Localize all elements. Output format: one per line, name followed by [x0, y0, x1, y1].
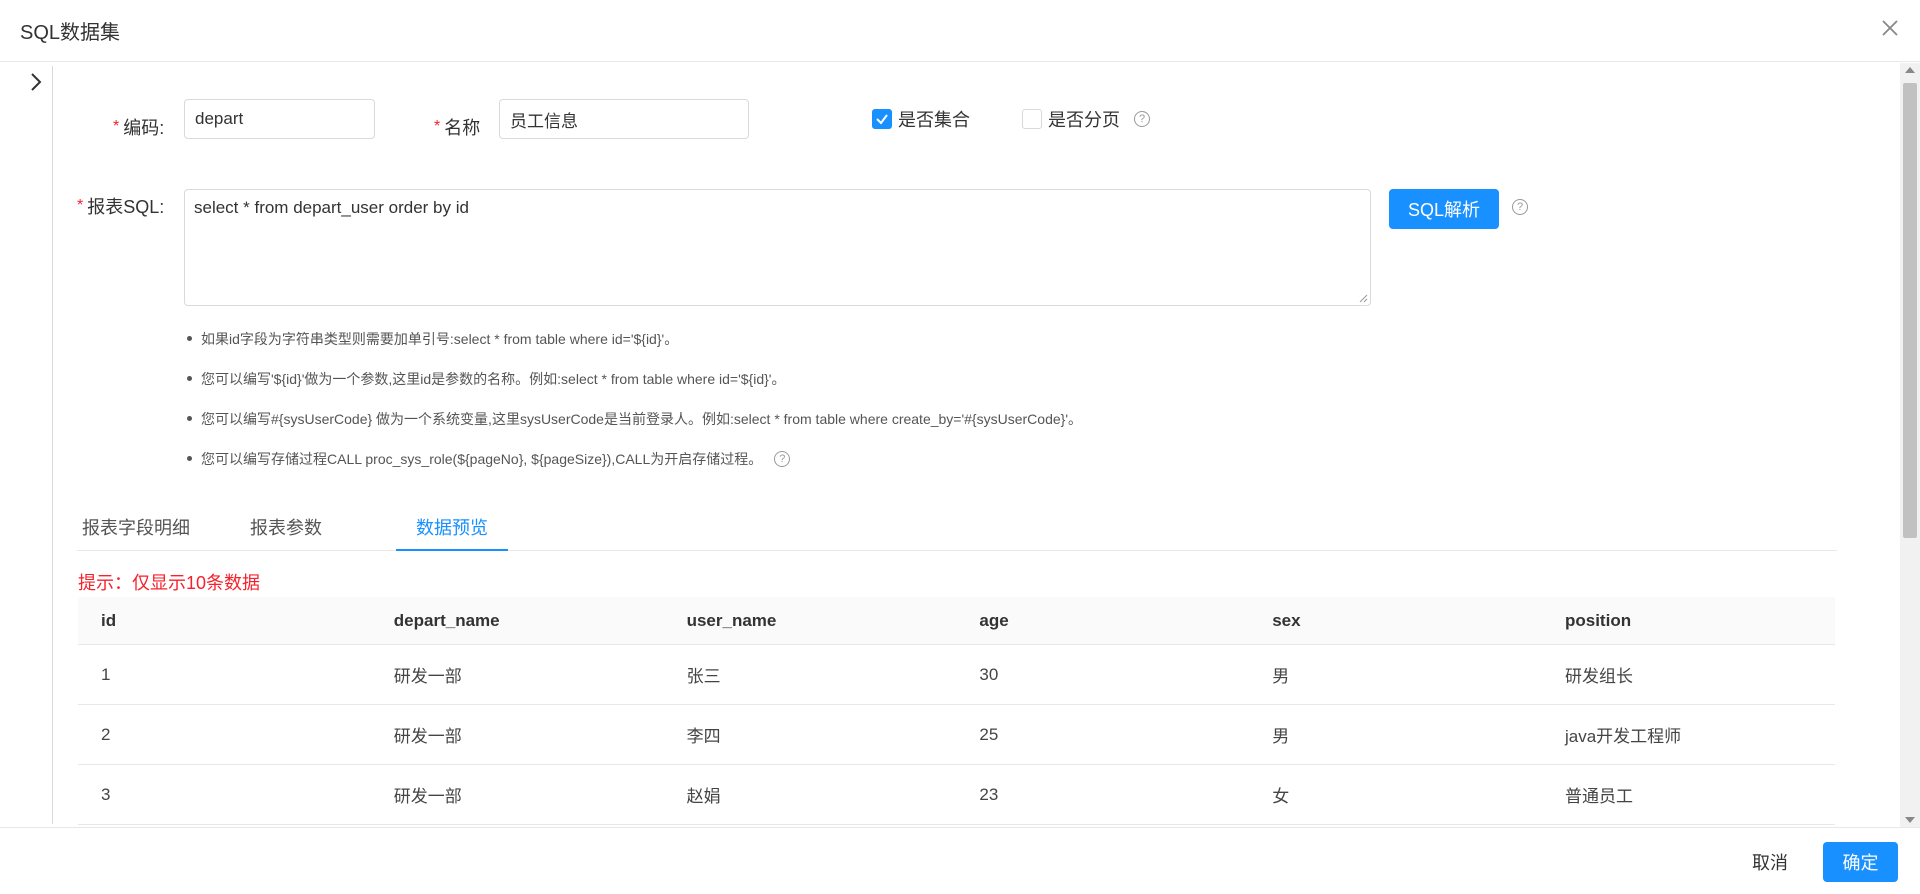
is-paging-label: 是否分页	[1048, 110, 1120, 130]
sql-tips-list: 如果id字段为字符串类型则需要加单引号:select * from table …	[184, 319, 1082, 479]
tab-field-details[interactable]: 报表字段明细	[77, 503, 195, 551]
table-row: 1 研发一部 张三 30 男 研发组长	[78, 645, 1835, 705]
table-cell: 李四	[686, 727, 721, 746]
chevron-right-icon[interactable]	[24, 70, 48, 94]
is-collection-checkbox[interactable]: 是否集合	[872, 107, 970, 131]
sql-text: select * from depart_user order by id	[194, 198, 469, 217]
column-header: position	[1564, 610, 1632, 630]
code-label: * 编码:	[113, 118, 165, 138]
scroll-up-arrow-icon[interactable]	[1905, 67, 1915, 73]
preview-table: id depart_name user_name age sex positio…	[78, 597, 1835, 825]
table-cell: java开发工程师	[1564, 727, 1682, 746]
checkbox-unchecked-icon	[1022, 109, 1042, 129]
column-header: id	[101, 610, 117, 630]
table-row: 2 研发一部 李四 25 男 java开发工程师	[78, 705, 1835, 765]
table-cell: 研发一部	[393, 667, 462, 686]
check-icon	[876, 114, 888, 125]
sql-parse-button[interactable]: SQL解析	[1389, 189, 1499, 229]
resize-handle-icon[interactable]	[1358, 293, 1368, 303]
help-circle-icon[interactable]: ?	[1134, 111, 1150, 127]
table-cell: 23	[979, 784, 999, 804]
help-circle-icon[interactable]: ?	[1512, 199, 1528, 215]
table-cell: 研发一部	[393, 787, 462, 806]
tab-bar: 报表字段明细 报表参数 数据预览	[77, 503, 1837, 551]
column-header: depart_name	[393, 610, 500, 630]
tab-data-preview[interactable]: 数据预览	[396, 503, 508, 551]
modal-footer: 取消 确定	[0, 827, 1920, 894]
table-cell: 研发一部	[393, 727, 462, 746]
table-row: 3 研发一部 赵娟 23 女 普通员工	[78, 765, 1835, 825]
help-circle-icon[interactable]: ?	[774, 451, 791, 467]
column-header: age	[979, 610, 1009, 630]
tip-item: 如果id字段为字符串类型则需要加单引号:select * from table …	[184, 319, 1082, 359]
code-input[interactable]: depart	[184, 99, 375, 139]
modal-header: SQL数据集	[0, 0, 1920, 62]
name-label: * 名称	[434, 118, 481, 138]
tip-item: 您可以编写#{sysUserCode} 做为一个系统变量,这里sysUserCo…	[184, 399, 1082, 439]
cancel-button[interactable]: 取消	[1735, 842, 1805, 882]
table-cell: 研发组长	[1564, 667, 1633, 686]
table-cell: 男	[1272, 667, 1290, 686]
tab-active-indicator	[396, 549, 508, 551]
is-collection-label: 是否集合	[898, 110, 970, 130]
vertical-scrollbar[interactable]	[1900, 63, 1920, 827]
table-cell: 30	[979, 664, 999, 684]
preview-notice: 提示：仅显示10条数据	[78, 573, 261, 593]
tip-item: 您可以编写'${id}'做为一个参数,这里id是参数的名称。例如:select …	[184, 359, 1082, 399]
close-icon[interactable]	[1878, 16, 1902, 40]
modal-title: SQL数据集	[20, 22, 121, 44]
confirm-button[interactable]: 确定	[1823, 842, 1898, 882]
name-input[interactable]: 员工信息	[499, 99, 749, 139]
checkbox-checked-icon	[872, 109, 892, 129]
table-cell: 女	[1272, 787, 1290, 806]
tab-report-params[interactable]: 报表参数	[237, 503, 335, 551]
table-header-row: id depart_name user_name age sex positio…	[78, 597, 1835, 645]
table-cell: 25	[979, 724, 999, 744]
column-header: user_name	[686, 610, 777, 630]
scroll-down-arrow-icon[interactable]	[1905, 817, 1915, 823]
table-cell: 3	[101, 784, 111, 804]
form-content: * 编码: depart * 名称 员工信息 是否集合 是否分页 ? * 报表SQL:…	[53, 63, 1900, 827]
table-cell: 普通员工	[1564, 787, 1633, 806]
sql-textarea[interactable]: select * from depart_user order by id	[184, 189, 1371, 306]
is-paging-checkbox[interactable]: 是否分页 ?	[1022, 107, 1150, 131]
table-cell: 1	[101, 664, 111, 684]
sql-label: * 报表SQL:	[77, 197, 165, 217]
scroll-thumb[interactable]	[1903, 83, 1917, 538]
table-cell: 男	[1272, 727, 1290, 746]
table-cell: 张三	[686, 667, 721, 686]
column-header: sex	[1272, 610, 1301, 630]
table-cell: 赵娟	[686, 787, 721, 806]
tip-item: 您可以编写存储过程CALL proc_sys_role(${pageNo}, $…	[184, 439, 1082, 479]
table-cell: 2	[101, 724, 111, 744]
